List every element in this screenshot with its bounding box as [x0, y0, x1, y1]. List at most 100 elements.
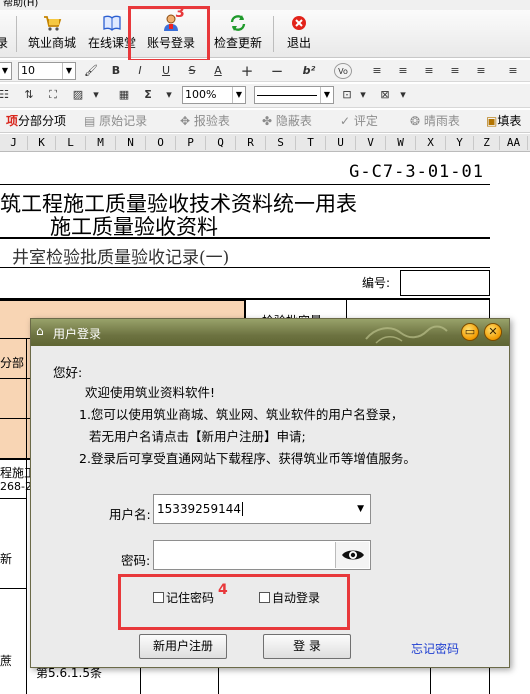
- column-header-cell[interactable]: Z: [474, 136, 500, 150]
- underline-button[interactable]: U: [160, 63, 172, 79]
- form-code: G-C7-3-01-01: [349, 162, 484, 182]
- column-header-cell[interactable]: Y: [446, 136, 474, 150]
- report-icon: ✥: [180, 114, 194, 128]
- hidden-report-button[interactable]: ✤ 隐蔽表: [262, 113, 312, 130]
- weather-button[interactable]: ❂ 晴雨表: [410, 113, 460, 130]
- calculator-icon[interactable]: ▦: [116, 87, 132, 103]
- justify-icon[interactable]: ≡: [448, 63, 462, 79]
- menu-help[interactable]: 帮助(H): [3, 0, 38, 9]
- align-left-icon[interactable]: ≡: [370, 63, 384, 79]
- outdent-icon[interactable]: ≡: [506, 63, 520, 79]
- column-header-cell[interactable]: T: [296, 136, 326, 150]
- number-cell[interactable]: [400, 270, 490, 296]
- strike-button[interactable]: S: [186, 63, 198, 79]
- column-header-cell[interactable]: K: [28, 136, 56, 150]
- column-header-cell[interactable]: J: [0, 136, 28, 150]
- mall-button[interactable]: 筑业商城: [24, 12, 80, 56]
- evaluate-button[interactable]: ✓ 评定: [340, 113, 378, 130]
- column-header-cell[interactable]: U: [326, 136, 356, 150]
- dialog-title: 用户登录: [53, 327, 102, 341]
- show-password-icon[interactable]: [335, 542, 369, 568]
- sort-icon[interactable]: ⇅: [22, 87, 36, 103]
- font-name-combo[interactable]: ▼: [0, 62, 12, 80]
- minus-icon[interactable]: −: [270, 63, 284, 79]
- username-input[interactable]: 15339259144 ▼: [153, 494, 371, 524]
- format-toolbar: ▼ 10 ▼ 🖌 B I U S A + − b² Vo ≡ ≡ ≡ ≡ ≡ ≡: [0, 60, 530, 82]
- chevron-down-icon: ▼: [320, 87, 333, 103]
- zoom-combo[interactable]: 100% ▼: [182, 86, 246, 104]
- instruction-line-1: 1.您可以使用筑业商城、筑业网、筑业软件的用户名登录，: [79, 407, 404, 422]
- instruction-line-2: 2.登录后可享受直通网站下载程序、获得筑业币等增值服务。: [79, 451, 416, 466]
- line-style-combo[interactable]: ▼: [254, 86, 334, 104]
- greeting-text: 您好:: [53, 365, 83, 380]
- column-header-cell[interactable]: S: [266, 136, 296, 150]
- plus-icon[interactable]: +: [240, 63, 254, 79]
- brush-icon[interactable]: 🖌: [84, 63, 98, 79]
- chevron-down-icon: ▼: [62, 63, 75, 79]
- forgot-password-link[interactable]: 忘记密码: [411, 640, 459, 657]
- divider: [0, 184, 490, 185]
- italic-button[interactable]: I: [134, 63, 146, 79]
- chevron-down-icon[interactable]: ▾: [398, 87, 408, 103]
- superscript-button[interactable]: b²: [300, 63, 318, 79]
- align-right-icon[interactable]: ≡: [422, 63, 436, 79]
- toolbar-separator: [16, 16, 17, 52]
- annotation-number-3: 3: [175, 5, 185, 21]
- column-header-cell[interactable]: X: [416, 136, 446, 150]
- close-icon[interactable]: ✕: [484, 323, 502, 341]
- password-label: 密码:: [121, 553, 151, 568]
- chevron-down-icon[interactable]: ▾: [90, 87, 102, 103]
- column-header-cell[interactable]: V: [356, 136, 386, 150]
- sum-button[interactable]: Σ: [142, 87, 154, 103]
- exit-button[interactable]: 退出: [281, 12, 317, 56]
- indent-icon[interactable]: ≡: [474, 63, 488, 79]
- table-hline: [0, 498, 26, 499]
- column-header-cell[interactable]: N: [116, 136, 146, 150]
- column-header-cell[interactable]: R: [236, 136, 266, 150]
- align-center-icon[interactable]: ≡: [396, 63, 410, 79]
- divider: [0, 237, 490, 239]
- chevron-down-icon[interactable]: ▾: [164, 87, 174, 103]
- column-header-cell[interactable]: Q: [206, 136, 236, 150]
- special-char-icon[interactable]: Vo: [334, 63, 352, 79]
- inspection-report-button[interactable]: ✥ 报验表: [180, 113, 230, 130]
- chevron-down-icon[interactable]: ▾: [358, 87, 368, 103]
- annotation-number-4: 4: [218, 582, 228, 598]
- book-icon: [102, 14, 122, 32]
- dialog-titlebar[interactable]: ⌂ 用户登录 ▭ ✕: [31, 319, 509, 346]
- chevron-down-icon[interactable]: ▼: [357, 495, 364, 523]
- login-button[interactable]: 登 录: [263, 634, 351, 659]
- merge-icon[interactable]: ⛶: [46, 87, 60, 103]
- command-bar: 项分部分项 ▤ 原始记录 ✥ 报验表 ✤ 隐蔽表 ✓ 评定 ❂ 晴雨表 ▣填表: [0, 110, 530, 133]
- toolbar-separator: [273, 16, 274, 52]
- font-color-button[interactable]: A: [212, 63, 224, 79]
- column-header-cell[interactable]: O: [146, 136, 176, 150]
- number-label: 编号:: [362, 276, 391, 290]
- annotation-box-3: [128, 6, 210, 62]
- column-header-cell[interactable]: W: [386, 136, 416, 150]
- partial-toolbar-button[interactable]: 录: [0, 12, 8, 56]
- subitem-button[interactable]: 项分部分项: [6, 113, 66, 130]
- hidden-icon: ✤: [262, 114, 276, 128]
- home-icon: ⌂: [36, 324, 44, 338]
- check-update-button[interactable]: 检查更新: [210, 12, 266, 56]
- bold-button[interactable]: B: [110, 63, 122, 79]
- form-subtitle: 井室检验批质量验收记录(一): [12, 248, 230, 268]
- column-header-cell[interactable]: M: [86, 136, 116, 150]
- table-icon[interactable]: ☷: [0, 87, 10, 103]
- fill-button[interactable]: ▣填表: [486, 113, 521, 130]
- column-header-cell[interactable]: L: [56, 136, 86, 150]
- border-icon[interactable]: ⊡: [340, 87, 354, 103]
- password-input[interactable]: [153, 540, 371, 570]
- image-icon[interactable]: ▨: [70, 87, 86, 103]
- original-record-button[interactable]: ▤ 原始记录: [84, 113, 147, 130]
- font-size-combo[interactable]: 10 ▼: [18, 62, 76, 80]
- menu-bar: 帮助(H): [0, 0, 530, 10]
- column-header-cell[interactable]: AA: [500, 136, 528, 150]
- left-fragment-3: 268-2: [0, 480, 32, 493]
- weather-icon: ❂: [410, 114, 424, 128]
- border-all-icon[interactable]: ⊠: [378, 87, 392, 103]
- minimize-icon[interactable]: ▭: [461, 323, 479, 341]
- column-header-cell[interactable]: P: [176, 136, 206, 150]
- register-button[interactable]: 新用户注册: [139, 634, 227, 659]
